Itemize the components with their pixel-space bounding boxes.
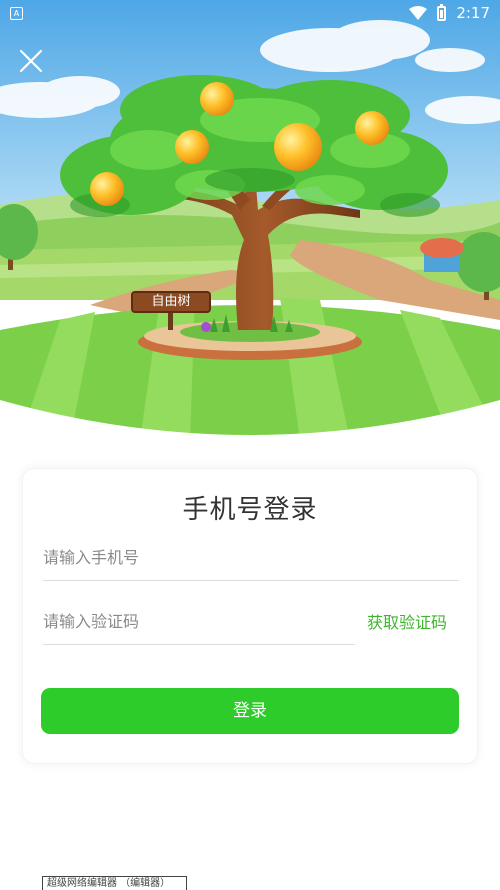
get-code-button[interactable]: 获取验证码 (367, 609, 447, 633)
status-time: 2:17 (456, 4, 490, 22)
login-card: 手机号登录 获取验证码 登录 (22, 468, 478, 764)
watermark-text: 超级网络编辑器 （编辑器） (42, 876, 187, 890)
notification-icon: A (10, 6, 23, 20)
close-icon (19, 49, 43, 73)
hero-illustration: 自由树 (0, 0, 500, 440)
login-title: 手机号登录 (182, 495, 318, 525)
code-input[interactable] (43, 599, 355, 644)
code-field-wrapper (43, 599, 355, 645)
battery-icon (437, 3, 447, 21)
close-button[interactable] (14, 44, 48, 78)
status-bar: A 2:17 (0, 0, 500, 26)
login-button[interactable]: 登录 (41, 688, 459, 734)
wifi-icon (409, 6, 428, 20)
sign-text: 自由树 (151, 294, 191, 309)
phone-input[interactable] (43, 535, 459, 580)
phone-field-wrapper (43, 535, 459, 581)
